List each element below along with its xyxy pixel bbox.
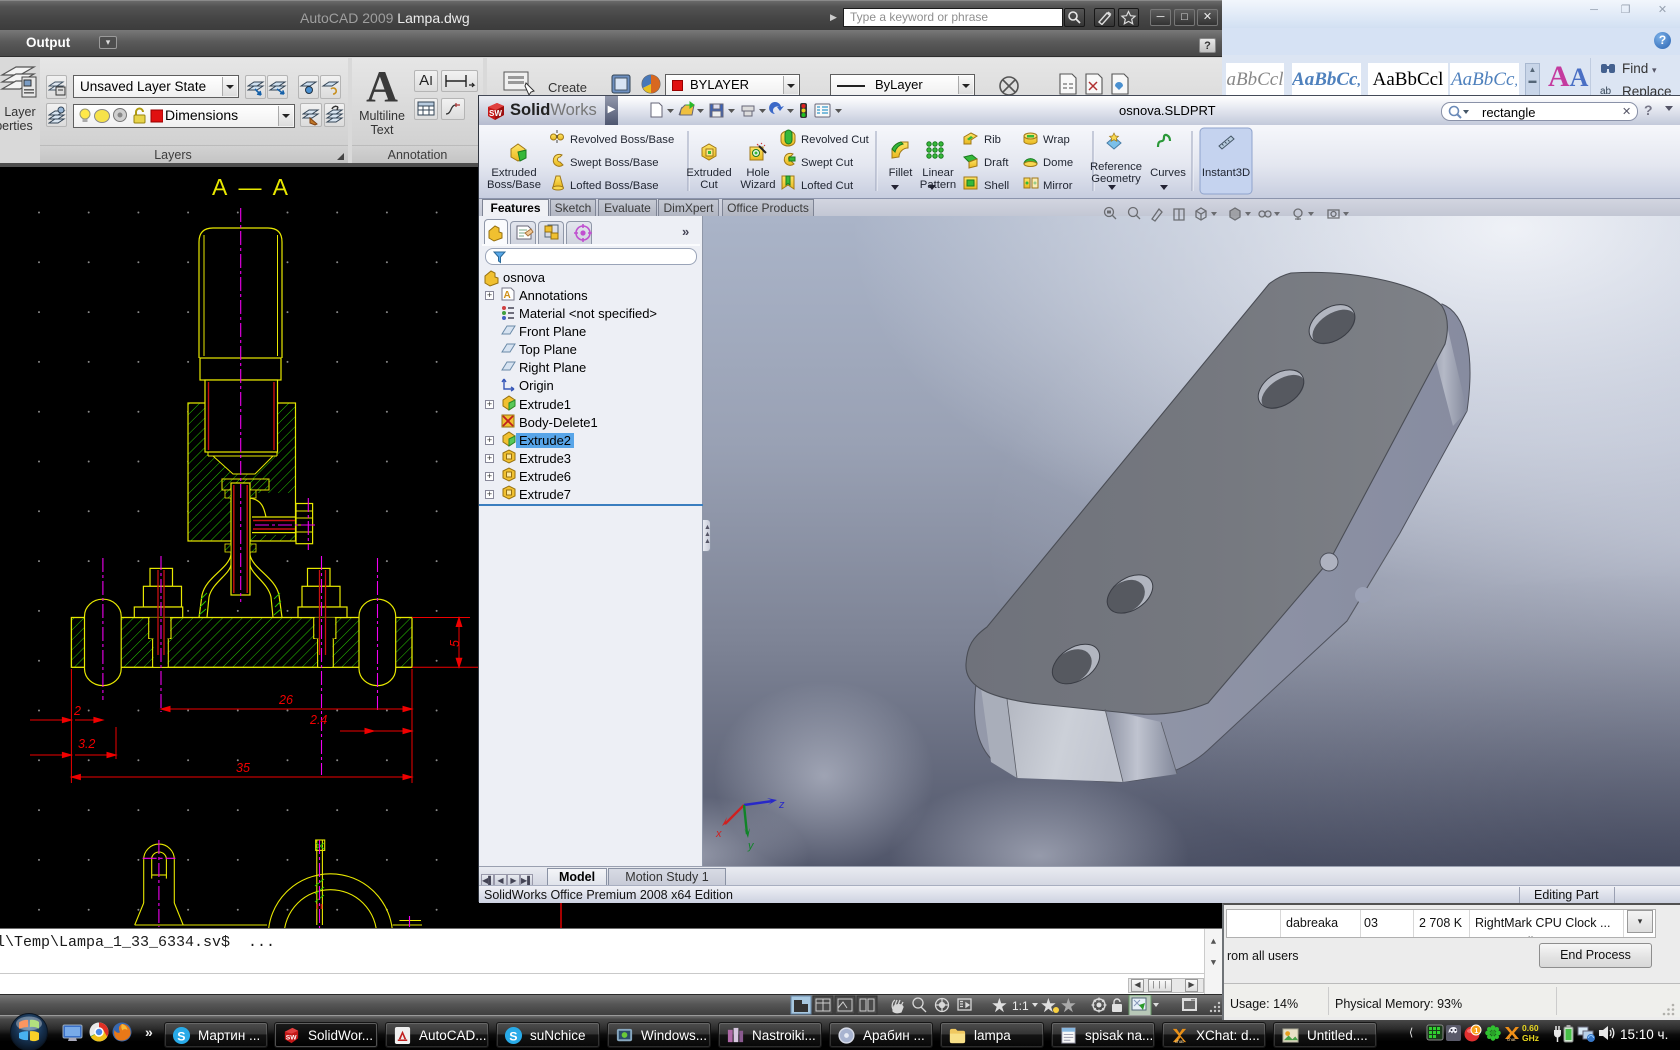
svg-text:SW: SW xyxy=(489,109,502,118)
svg-text:z: z xyxy=(778,799,785,811)
svg-text:0.60: 0.60 xyxy=(1522,1023,1539,1033)
svg-text:3.2: 3.2 xyxy=(78,737,95,751)
svg-text:26: 26 xyxy=(278,693,293,707)
svg-text:»: » xyxy=(145,1024,153,1040)
svg-text:chat: chat xyxy=(1175,1039,1185,1045)
svg-text:2.4: 2.4 xyxy=(309,713,327,727)
svg-text:S: S xyxy=(509,1029,517,1043)
svg-text:1: 1 xyxy=(1474,1026,1478,1035)
svg-text:S: S xyxy=(177,1029,185,1043)
svg-text:A: A xyxy=(504,290,511,301)
svg-text:1:1: 1:1 xyxy=(1012,999,1029,1013)
svg-text:5: 5 xyxy=(448,640,462,647)
svg-text:chat: chat xyxy=(1507,1037,1516,1042)
svg-text:35: 35 xyxy=(236,761,250,775)
svg-text:GHz: GHz xyxy=(1522,1033,1539,1043)
svg-text:SW: SW xyxy=(286,1034,297,1041)
svg-text:x: x xyxy=(715,828,722,840)
svg-text:2: 2 xyxy=(73,704,81,718)
svg-text:A — A: A — A xyxy=(212,174,291,200)
